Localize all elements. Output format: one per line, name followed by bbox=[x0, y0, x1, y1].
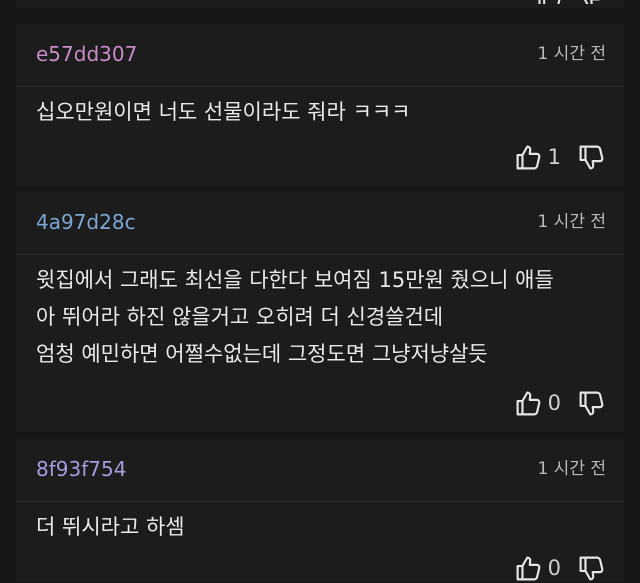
comment-text-line: 엄청 예민하면 어쩔수없는데 그정도면 그냥저냥살듯 bbox=[36, 342, 488, 366]
previous-comment-actions bbox=[530, 0, 604, 4]
comment-list: e57dd307 1 시간 전 십오만원이면 너도 선물이라도 줘라 ㅋㅋㅋ 1… bbox=[0, 0, 640, 582]
like-button[interactable]: 0 bbox=[514, 389, 561, 418]
thumbs-up-icon bbox=[514, 554, 543, 583]
comment-header: e57dd307 1 시간 전 bbox=[16, 24, 624, 87]
dislike-button[interactable] bbox=[577, 554, 606, 583]
comment-body: 윗집에서 그래도 최선을 다한다 보여짐 15만원 줬으니 애들 아 뛰어라 하… bbox=[36, 262, 606, 373]
previous-comment-edge bbox=[16, 0, 624, 8]
comment-text-line: 십오만원이면 너도 선물이라도 줘라 ㅋㅋㅋ bbox=[36, 100, 411, 124]
comment-actions: 0 bbox=[514, 553, 606, 583]
like-count: 1 bbox=[547, 145, 561, 169]
dislike-button[interactable] bbox=[577, 143, 606, 172]
like-button[interactable]: 1 bbox=[514, 143, 561, 172]
comment-username[interactable]: e57dd307 bbox=[36, 40, 137, 68]
comment-text-line: 더 뛰시라고 하셈 bbox=[36, 515, 185, 539]
comment-item: e57dd307 1 시간 전 십오만원이면 너도 선물이라도 줘라 ㅋㅋㅋ 1 bbox=[16, 24, 624, 186]
comment-timestamp: 1 시간 전 bbox=[537, 459, 606, 479]
thumbs-up-icon bbox=[514, 389, 543, 418]
comment-text-line: 아 뛰어라 하진 않을거고 오히려 더 신경쓸건데 bbox=[36, 305, 444, 329]
thumbs-down-icon bbox=[577, 389, 606, 418]
comment-actions: 1 bbox=[514, 142, 606, 172]
thumbs-down-icon bbox=[577, 554, 606, 583]
comment-header: 4a97d28c 1 시간 전 bbox=[16, 192, 624, 255]
thumbs-down-icon bbox=[577, 143, 606, 172]
comment-item: 4a97d28c 1 시간 전 윗집에서 그래도 최선을 다한다 보여짐 15만… bbox=[16, 192, 624, 432]
comment-text-line: 윗집에서 그래도 최선을 다한다 보여짐 15만원 줬으니 애들 bbox=[36, 268, 554, 292]
like-count: 0 bbox=[547, 391, 561, 415]
like-count: 0 bbox=[547, 556, 561, 580]
comment-username[interactable]: 4a97d28c bbox=[36, 208, 136, 236]
comment-timestamp: 1 시간 전 bbox=[537, 212, 606, 232]
comment-username[interactable]: 8f93f754 bbox=[36, 455, 126, 483]
comment-actions: 0 bbox=[514, 388, 606, 418]
comment-timestamp: 1 시간 전 bbox=[537, 44, 606, 64]
comment-header: 8f93f754 1 시간 전 bbox=[16, 439, 624, 502]
like-button[interactable]: 0 bbox=[514, 554, 561, 583]
comment-body: 십오만원이면 너도 선물이라도 줘라 ㅋㅋㅋ bbox=[36, 94, 606, 131]
thumbs-up-icon[interactable] bbox=[536, 0, 564, 4]
comment-body: 더 뛰시라고 하셈 bbox=[36, 509, 606, 546]
comment-item: 8f93f754 1 시간 전 더 뛰시라고 하셈 0 bbox=[16, 439, 624, 582]
thumbs-up-icon bbox=[514, 143, 543, 172]
dislike-button[interactable] bbox=[577, 389, 606, 418]
thumbs-down-icon[interactable] bbox=[576, 0, 604, 4]
